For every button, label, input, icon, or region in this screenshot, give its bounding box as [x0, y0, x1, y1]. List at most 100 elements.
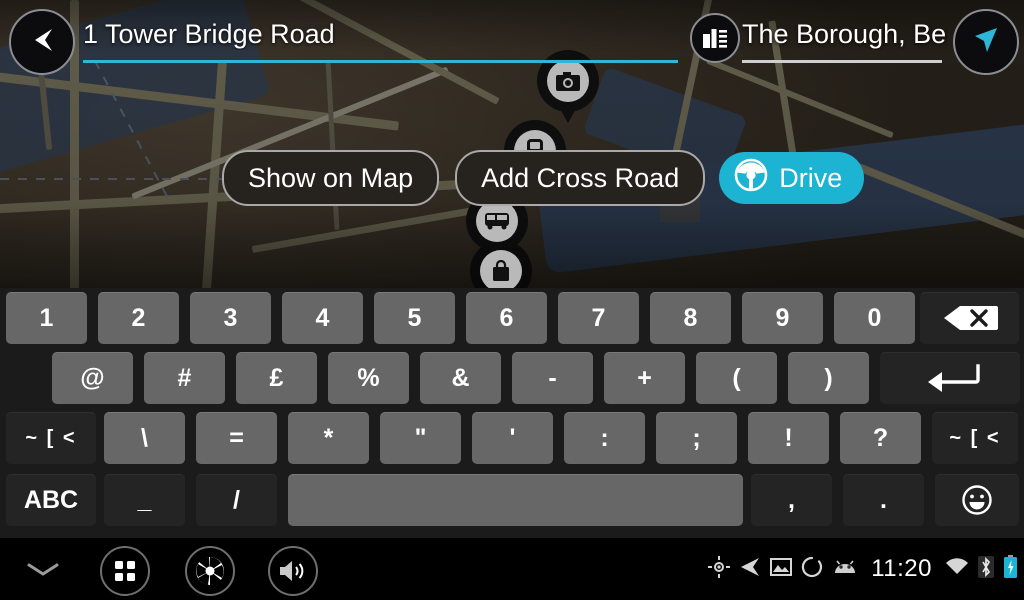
key-5[interactable]: 5: [374, 292, 455, 344]
address-input-value: 1 Tower Bridge Road: [83, 19, 335, 49]
key-?[interactable]: ?: [840, 412, 921, 464]
key-label: 4: [315, 303, 330, 332]
key-9[interactable]: 9: [742, 292, 823, 344]
key-label: *: [323, 423, 334, 452]
city-input-underline: [742, 60, 942, 63]
camera-aperture-icon[interactable]: [185, 546, 235, 596]
key-symbols-right[interactable]: ~ [ <: [932, 412, 1018, 464]
navigation-arrow-icon: [739, 557, 761, 582]
key-+[interactable]: +: [604, 352, 685, 404]
header-bar: 1 Tower Bridge Road The Borough, Ber: [0, 0, 1024, 78]
key-enter[interactable]: [880, 352, 1020, 404]
key-label: !: [784, 423, 793, 452]
action-button-row: Show on Map Add Cross Road Drive: [0, 150, 1024, 206]
status-icon-tray: 11:20: [708, 538, 1018, 600]
key-7[interactable]: 7: [558, 292, 639, 344]
key-label: :: [600, 423, 609, 452]
key-@[interactable]: @: [52, 352, 133, 404]
tomtom-navigation-screen: 1 Tower Bridge Road The Borough, Ber Sho…: [0, 0, 1024, 600]
show-on-map-label: Show on Map: [248, 162, 414, 193]
drive-button[interactable]: Drive: [719, 152, 865, 204]
key-6[interactable]: 6: [466, 292, 547, 344]
key-8[interactable]: 8: [650, 292, 731, 344]
key-label: 0: [867, 303, 882, 332]
key-%[interactable]: %: [328, 352, 409, 404]
steering-wheel-icon: [733, 157, 769, 200]
key-backspace[interactable]: [920, 292, 1019, 344]
emoji-icon: [961, 484, 993, 516]
navigation-arrow-icon: [971, 26, 1001, 59]
key-#[interactable]: #: [144, 352, 225, 404]
key-)[interactable]: ): [788, 352, 869, 404]
gps-icon: [708, 555, 731, 583]
system-navigation-bar: 11:20: [0, 538, 1024, 600]
apps-grid-icon[interactable]: [100, 546, 150, 596]
battery-charging-icon: [1003, 554, 1018, 584]
show-on-map-button[interactable]: Show on Map: [222, 150, 440, 206]
bus-icon: [476, 200, 518, 242]
key-,[interactable]: ,: [751, 474, 832, 526]
key-\[interactable]: \: [104, 412, 185, 464]
key-"[interactable]: ": [380, 412, 461, 464]
key-label: 9: [775, 303, 790, 332]
shopping-poi-pin[interactable]: [470, 240, 532, 288]
key-label: @: [80, 363, 105, 392]
add-cross-road-button[interactable]: Add Cross Road: [455, 150, 706, 206]
key-=[interactable]: =: [196, 412, 277, 464]
key-label: +: [637, 363, 652, 392]
key-label: &: [451, 363, 470, 392]
bluetooth-icon: [978, 555, 994, 583]
chevron-down-icon[interactable]: [26, 558, 60, 580]
add-cross-road-label: Add Cross Road: [481, 162, 680, 193]
drive-label: Drive: [779, 162, 843, 193]
key-:[interactable]: :: [564, 412, 645, 464]
key-label: ~ [ <: [25, 426, 77, 449]
key-_[interactable]: _: [104, 474, 185, 526]
key-1[interactable]: 1: [6, 292, 87, 344]
key-/[interactable]: /: [196, 474, 277, 526]
key-label: #: [177, 363, 192, 392]
key-symbols-left[interactable]: ~ [ <: [6, 412, 96, 464]
key-label: ;: [692, 423, 701, 452]
key-.[interactable]: .: [843, 474, 924, 526]
key-label: ': [509, 423, 516, 452]
city-buildings-icon: [690, 13, 740, 63]
key-label: ,: [788, 485, 795, 514]
volume-up-icon[interactable]: [268, 546, 318, 596]
key-label: =: [229, 423, 244, 452]
key-*[interactable]: *: [288, 412, 369, 464]
key-label: 2: [131, 303, 146, 332]
key-£[interactable]: £: [236, 352, 317, 404]
key-label: ): [824, 363, 833, 392]
key-label: _: [137, 485, 152, 514]
backspace-icon: [942, 305, 998, 331]
key-![interactable]: !: [748, 412, 829, 464]
key-([interactable]: (: [696, 352, 777, 404]
key-;[interactable]: ;: [656, 412, 737, 464]
key-label: \: [141, 423, 148, 452]
city-input-field[interactable]: The Borough, Ber: [690, 13, 952, 63]
back-arrow-icon: [28, 27, 56, 58]
address-input-field[interactable]: 1 Tower Bridge Road: [83, 18, 683, 63]
key-4[interactable]: 4: [282, 292, 363, 344]
key-label: -: [548, 363, 557, 392]
loading-circle-icon: [801, 556, 823, 583]
key-label: 5: [407, 303, 422, 332]
shopping-bag-icon: [480, 250, 522, 288]
key-emoji[interactable]: [935, 474, 1019, 526]
key-3[interactable]: 3: [190, 292, 271, 344]
key-space[interactable]: [288, 474, 743, 526]
key-'[interactable]: ': [472, 412, 553, 464]
key--[interactable]: -: [512, 352, 593, 404]
key-label: ABC: [23, 485, 79, 514]
back-button[interactable]: [9, 9, 75, 75]
key-label: .: [880, 485, 887, 514]
key-label: /: [233, 485, 240, 514]
key-&[interactable]: &: [420, 352, 501, 404]
navigation-button[interactable]: [953, 9, 1019, 75]
key-label: (: [732, 363, 741, 392]
key-2[interactable]: 2: [98, 292, 179, 344]
key-0[interactable]: 0: [834, 292, 915, 344]
image-icon: [770, 557, 793, 581]
key-abc[interactable]: ABC: [6, 474, 96, 526]
